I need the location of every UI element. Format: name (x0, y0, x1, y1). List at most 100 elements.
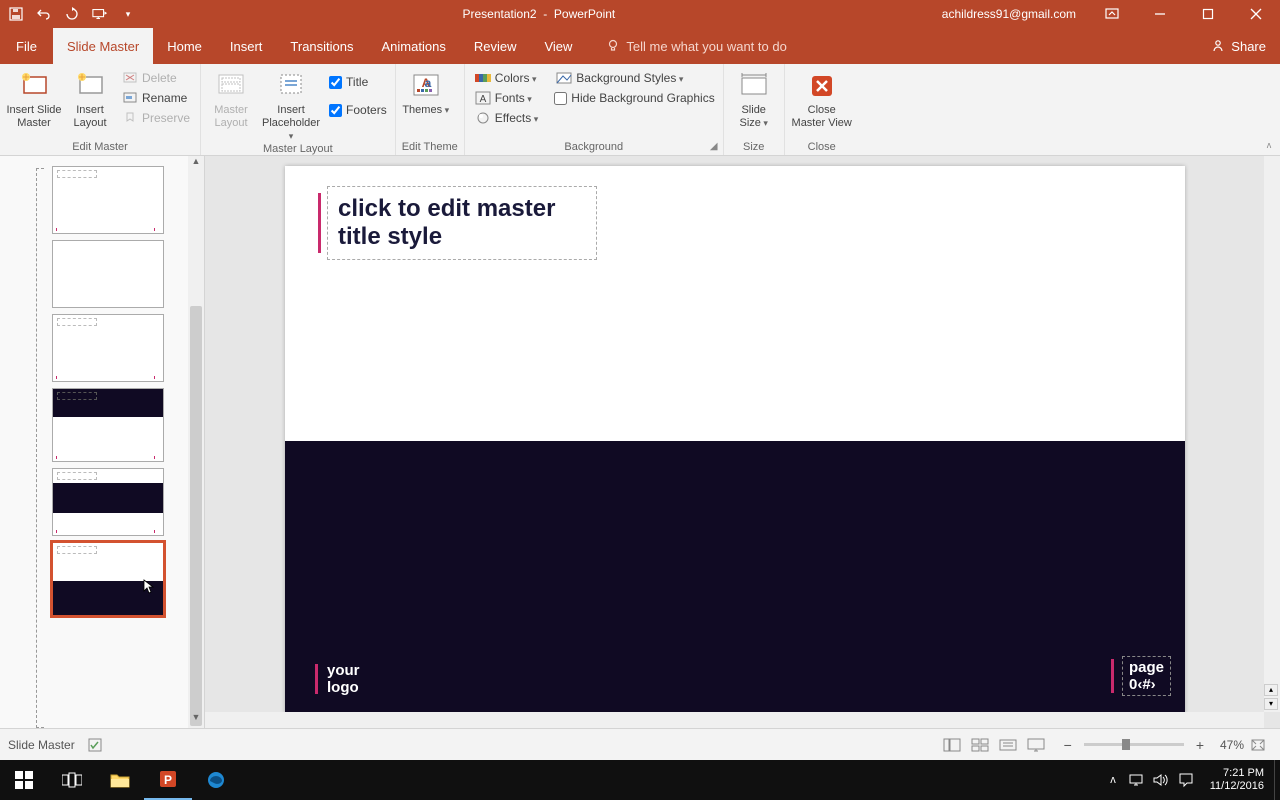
group-label: Master Layout (207, 143, 389, 157)
slide-canvas[interactable]: click to edit master title style your lo… (285, 166, 1185, 714)
normal-view-icon[interactable] (940, 735, 964, 755)
tab-slide-master[interactable]: Slide Master (53, 28, 153, 64)
colors-button[interactable]: Colors (471, 70, 543, 86)
svg-text:P: P (164, 773, 172, 787)
scroll-up-icon[interactable]: ▲ (188, 156, 204, 172)
taskbar-clock[interactable]: 7:21 PM 11/12/2016 (1200, 767, 1274, 793)
zoom-slider-handle[interactable] (1122, 739, 1130, 750)
page-number-placeholder[interactable]: page 0‹#› (1122, 656, 1171, 696)
editor-horizontal-scrollbar[interactable] (205, 712, 1264, 728)
file-explorer-button[interactable] (96, 760, 144, 800)
action-center-icon[interactable] (1178, 772, 1194, 788)
tab-animations[interactable]: Animations (368, 28, 460, 64)
start-from-beginning-icon[interactable] (92, 6, 108, 22)
workspace: ▲ ▼ click to edit master title style you… (0, 156, 1280, 728)
scroll-down-icon[interactable]: ▼ (188, 712, 204, 728)
insert-layout-button[interactable]: Insert Layout (66, 66, 114, 130)
slide-size-button[interactable]: Slide Size (730, 66, 778, 130)
next-slide-icon[interactable]: ▾ (1264, 698, 1278, 710)
start-button[interactable] (0, 760, 48, 800)
insert-slide-master-button[interactable]: Insert Slide Master (6, 66, 62, 130)
slide-sorter-icon[interactable] (968, 735, 992, 755)
tell-me-search[interactable]: Tell me what you want to do (586, 28, 786, 64)
reading-view-icon[interactable] (996, 735, 1020, 755)
hide-background-checkbox[interactable]: Hide Background Graphics (552, 90, 716, 106)
master-layout-button: Master Layout (207, 66, 255, 130)
spellcheck-icon[interactable] (87, 737, 103, 753)
tab-file[interactable]: File (0, 28, 53, 64)
footers-checkbox[interactable]: Footers (327, 102, 389, 118)
layout-thumbnail-1[interactable] (52, 240, 164, 308)
themes-icon: Aa (410, 70, 442, 102)
insert-placeholder-icon (275, 70, 307, 102)
slide-editor: click to edit master title style your lo… (205, 156, 1280, 728)
powerpoint-taskbar-button[interactable]: P (144, 760, 192, 800)
group-master-layout: Master Layout Insert Placeholder Title F… (201, 64, 396, 155)
delete-button: Delete (118, 70, 194, 86)
logo-placeholder[interactable]: your logo (327, 662, 360, 696)
themes-button[interactable]: Aa Themes (402, 66, 450, 117)
maximize-button[interactable] (1188, 0, 1228, 28)
app-name: PowerPoint (554, 7, 615, 21)
undo-icon[interactable] (36, 6, 52, 22)
window-title: Presentation2 - PowerPoint (136, 7, 942, 21)
close-master-view-button[interactable]: Close Master View (791, 66, 853, 130)
insert-placeholder-button[interactable]: Insert Placeholder (259, 66, 323, 143)
layout-thumbnail-3[interactable] (52, 388, 164, 462)
zoom-level[interactable]: 47% (1208, 738, 1244, 752)
slideshow-icon[interactable] (1024, 735, 1048, 755)
share-button[interactable]: Share (1197, 28, 1280, 64)
zoom-in-button[interactable]: + (1192, 737, 1208, 753)
title-checkbox[interactable]: Title (327, 74, 389, 90)
thumbnails-scrollbar[interactable]: ▲ ▼ (188, 156, 204, 728)
tab-transitions[interactable]: Transitions (276, 28, 367, 64)
background-styles-button[interactable]: Background Styles (552, 70, 716, 86)
tab-insert[interactable]: Insert (216, 28, 277, 64)
redo-icon[interactable] (64, 6, 80, 22)
ribbon-display-options-icon[interactable] (1092, 0, 1132, 28)
group-label: Edit Theme (402, 141, 458, 155)
group-edit-theme: Aa Themes Edit Theme (396, 64, 465, 155)
editor-vertical-scrollbar[interactable] (1264, 156, 1280, 712)
zoom-out-button[interactable]: − (1060, 737, 1076, 753)
slide-size-icon (738, 70, 770, 102)
fonts-button[interactable]: A Fonts (471, 90, 543, 106)
master-thumbnail[interactable] (52, 166, 164, 234)
volume-icon[interactable] (1152, 772, 1168, 788)
minimize-button[interactable] (1140, 0, 1180, 28)
cursor-icon (143, 579, 155, 595)
collapse-ribbon-icon[interactable]: ʌ (1262, 140, 1276, 152)
close-button[interactable] (1236, 0, 1276, 28)
zoom-slider[interactable] (1084, 743, 1184, 746)
effects-button[interactable]: Effects (471, 110, 543, 126)
tab-review[interactable]: Review (460, 28, 531, 64)
save-icon[interactable] (8, 6, 24, 22)
slide-thumbnails-pane: ▲ ▼ (0, 156, 205, 728)
layout-thumbnail-5[interactable] (52, 542, 164, 616)
network-icon[interactable] (1128, 772, 1144, 788)
tray-chevron-icon[interactable]: ʌ (1102, 774, 1124, 786)
rename-icon (122, 91, 138, 105)
tab-home[interactable]: Home (153, 28, 216, 64)
view-mode-label: Slide Master (8, 738, 75, 752)
dark-background-band (285, 441, 1185, 714)
qat-customize-icon[interactable]: ▾ (120, 6, 136, 22)
layout-thumbnail-4[interactable] (52, 468, 164, 536)
tab-view[interactable]: View (530, 28, 586, 64)
rename-button[interactable]: Rename (118, 90, 194, 106)
status-bar: Slide Master − + 47% (0, 728, 1280, 760)
group-close: Close Master View Close (785, 64, 859, 155)
background-styles-icon (556, 71, 572, 85)
master-layout-icon (215, 70, 247, 102)
scrollbar-handle[interactable] (190, 306, 202, 726)
layout-thumbnail-2[interactable] (52, 314, 164, 382)
user-email: achildress91@gmail.com (942, 7, 1076, 21)
show-desktop-button[interactable] (1274, 760, 1280, 800)
title-placeholder[interactable]: click to edit master title style (327, 186, 597, 260)
delete-icon (122, 71, 138, 85)
background-dialog-launcher[interactable]: ◢ (707, 139, 721, 153)
task-view-button[interactable] (48, 760, 96, 800)
edge-taskbar-button[interactable] (192, 760, 240, 800)
prev-slide-icon[interactable]: ▴ (1264, 684, 1278, 696)
fit-to-window-icon[interactable] (1246, 735, 1270, 755)
